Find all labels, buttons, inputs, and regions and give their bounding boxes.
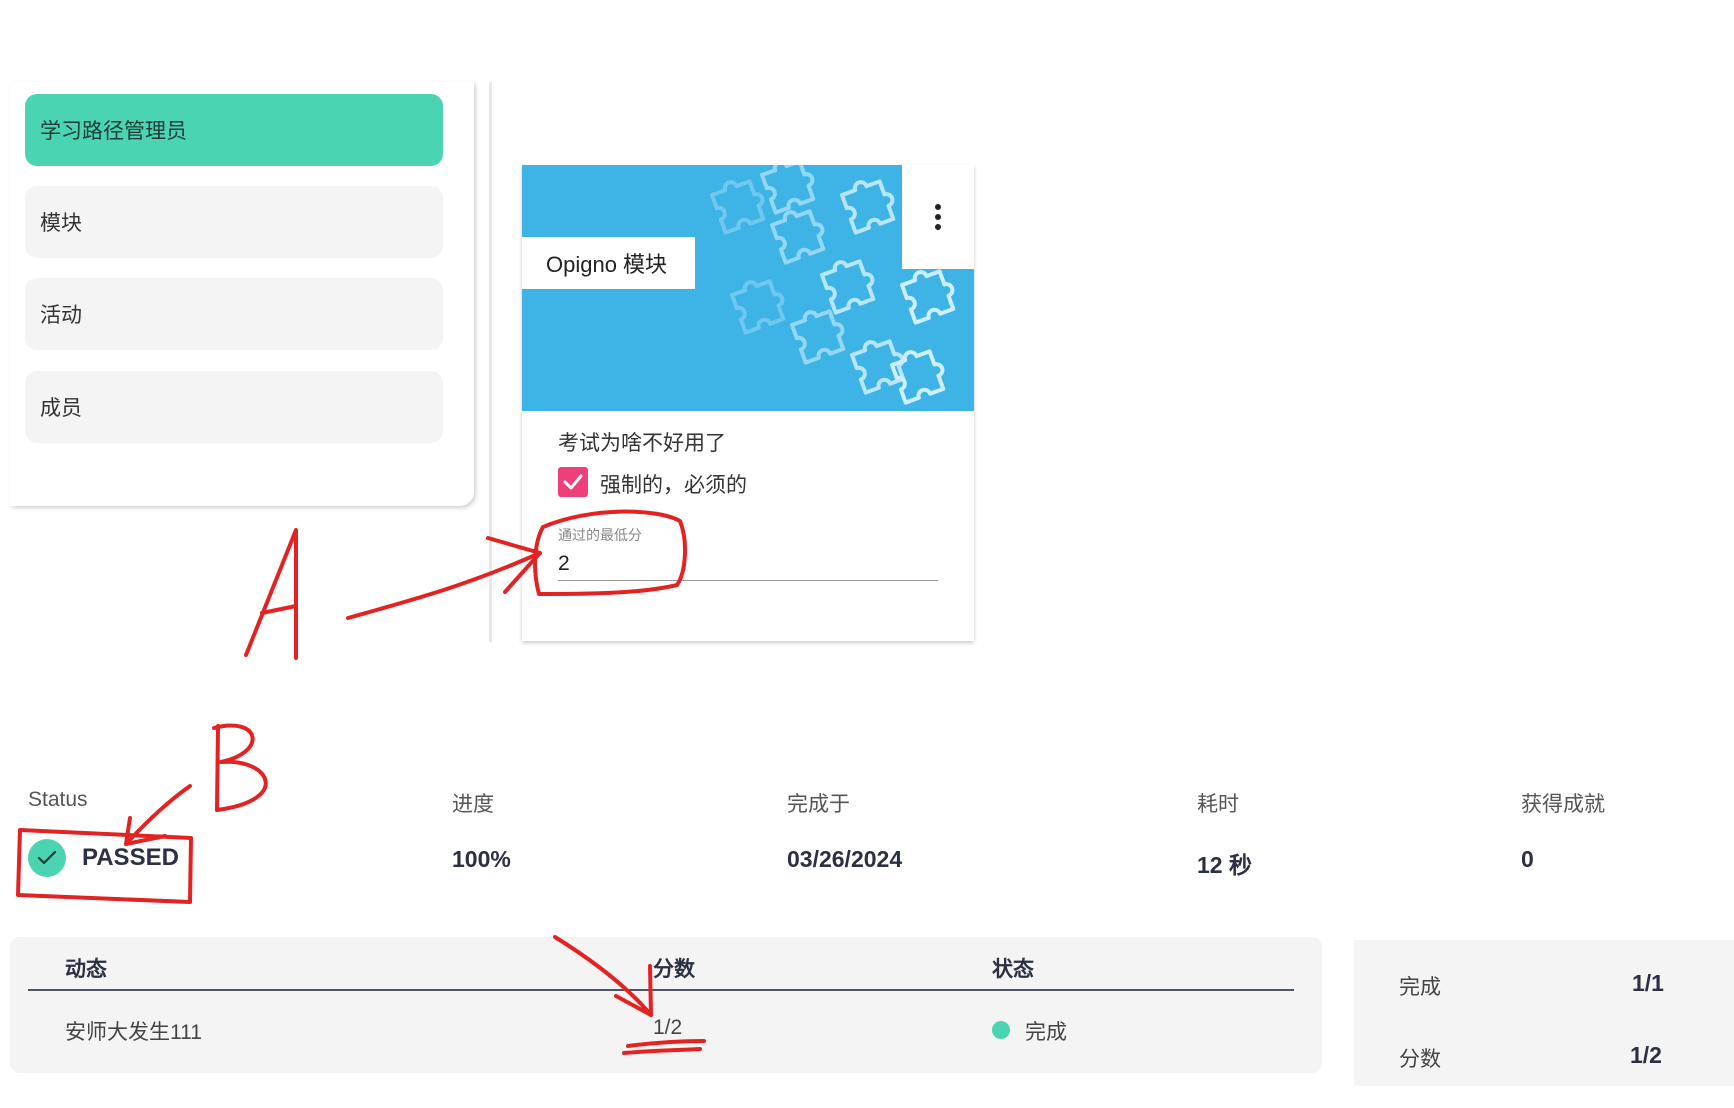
- more-options-button[interactable]: [902, 165, 974, 269]
- state-complete-dot: [992, 1021, 1010, 1039]
- time-spent-value: 12 秒: [1197, 852, 1252, 878]
- table-cell-activity: 安师大发生111: [65, 1021, 202, 1044]
- check-icon: [563, 474, 583, 490]
- annotation-arrow-a: [346, 536, 542, 620]
- content-divider: [489, 82, 492, 642]
- status-label: Status: [28, 788, 88, 811]
- check-icon: [37, 850, 57, 865]
- module-type-badge: Opigno 模块: [522, 237, 695, 289]
- mandatory-label: 强制的，必须的: [600, 474, 747, 497]
- sidebar-item-label: 成员: [40, 397, 82, 420]
- module-title: 考试为啥不好用了: [558, 432, 726, 455]
- achievements-value: 0: [1521, 846, 1534, 872]
- table-header-state: 状态: [992, 958, 1034, 981]
- sidebar-item-learning-path-manager[interactable]: 学习路径管理员: [25, 94, 443, 166]
- achievements-label: 获得成就: [1521, 793, 1605, 816]
- mandatory-checkbox[interactable]: [558, 467, 588, 497]
- status-value: PASSED: [82, 844, 179, 871]
- module-card: Opigno 模块 考试为啥不好用了 强制的，必须的 通过的最低分: [522, 165, 974, 641]
- table-header-divider: [28, 989, 1294, 991]
- status-passed-icon: [28, 839, 66, 877]
- table-header-activity: 动态: [65, 958, 107, 981]
- summary-score-label: 分数: [1399, 1048, 1441, 1071]
- min-score-label: 通过的最低分: [558, 527, 642, 543]
- min-score-input[interactable]: [558, 547, 938, 581]
- table-cell-state: 完成: [1025, 1021, 1067, 1044]
- progress-value: 100%: [452, 846, 511, 872]
- sidebar: 学习路径管理员 模块 活动 成员: [10, 82, 474, 506]
- completed-on-label: 完成于: [787, 793, 850, 816]
- time-spent-label: 耗时: [1197, 793, 1239, 816]
- sidebar-item-modules[interactable]: 模块: [25, 186, 443, 258]
- sidebar-item-label: 模块: [40, 212, 82, 235]
- annotation-arrow-b: [124, 784, 192, 846]
- annotation-letter-b: [212, 723, 268, 812]
- annotation-label-a: A: [250, 598, 251, 601]
- annotation-letter-a: [244, 528, 298, 660]
- sidebar-item-activities[interactable]: 活动: [25, 278, 443, 350]
- sidebar-item-label: 活动: [40, 304, 82, 327]
- sidebar-item-label: 学习路径管理员: [40, 120, 187, 143]
- module-banner: Opigno 模块: [522, 165, 974, 411]
- summary-completed-label: 完成: [1399, 976, 1441, 999]
- summary-score-value: 1/2: [1630, 1042, 1662, 1068]
- annotation-label-b: B: [220, 779, 221, 781]
- completed-on-value: 03/26/2024: [787, 846, 903, 872]
- table-header-score: 分数: [653, 958, 695, 981]
- kebab-menu-icon: [935, 204, 941, 230]
- sidebar-item-members[interactable]: 成员: [25, 371, 443, 443]
- summary-completed-value: 1/1: [1632, 970, 1664, 996]
- table-cell-score: 1/2: [653, 1016, 683, 1039]
- progress-label: 进度: [452, 793, 494, 816]
